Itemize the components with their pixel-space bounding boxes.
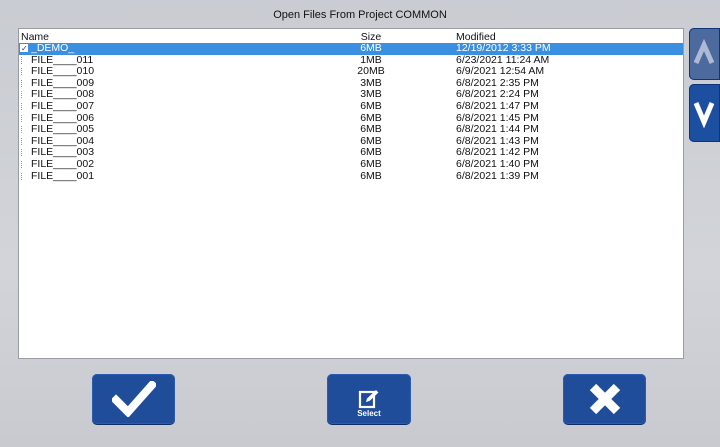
file-row[interactable]: FILE____003 6MB 6/8/2021 1:42 PM — [19, 147, 683, 159]
file-row[interactable]: FILE____004 6MB 6/8/2021 1:43 PM — [19, 135, 683, 148]
file-row[interactable]: FILE____011 1MB 6/23/2021 11:24 AM — [19, 54, 683, 67]
file-size-cell: 6MB — [360, 99, 382, 112]
file-list-panel[interactable]: Name Size Modified ✓ _DEMO_ 6MB 12/19/2012 … — [18, 28, 684, 359]
dialog-title: Open Files From Project COMMON — [273, 9, 447, 21]
file-size-cell: 6MB — [360, 123, 382, 136]
open-files-dialog: Open Files From Project COMMON Name Size… — [0, 0, 720, 447]
file-row[interactable]: FILE____002 6MB 6/8/2021 1:40 PM — [19, 157, 683, 171]
file-row[interactable]: FILE____006 6MB 6/8/2021 1:45 PM — [19, 112, 683, 125]
file-row[interactable]: ✓ _DEMO_ 6MB 12/19/2012 3:33 PM — [19, 42, 683, 55]
select-button[interactable]: Select — [327, 374, 411, 424]
file-size-cell: 6MB — [360, 42, 382, 54]
confirm-open-button[interactable] — [92, 374, 175, 424]
scroll-down-button[interactable] — [689, 84, 720, 142]
file-name-cell: _DEMO_ — [31, 42, 75, 54]
file-size-cell: 6MB — [360, 169, 382, 182]
file-name-cell: FILE____007 — [31, 99, 95, 112]
file-name-cell: FILE____001 — [31, 169, 95, 182]
file-modified-cell: 6/8/2021 1:40 PM — [456, 157, 539, 170]
close-x-icon — [589, 383, 620, 415]
file-name-cell: FILE____005 — [31, 123, 95, 136]
file-row[interactable]: FILE____005 6MB 6/8/2021 1:44 PM — [19, 124, 683, 136]
file-row[interactable]: FILE____009 3MB 6/8/2021 2:35 PM — [19, 77, 683, 90]
chevron-up-icon — [693, 39, 715, 65]
checkmark-icon — [111, 381, 156, 417]
file-name-cell: FILE____002 — [31, 157, 95, 170]
file-list-rows: ✓ _DEMO_ 6MB 12/19/2012 3:33 PM FILE____011 1… — [19, 42, 683, 183]
file-row[interactable]: FILE____007 6MB 6/8/2021 1:47 PM — [19, 99, 683, 113]
file-size-cell: 6MB — [360, 157, 382, 170]
edit-select-icon — [358, 390, 379, 409]
scroll-up-button[interactable] — [689, 28, 720, 80]
file-list-header: Name Size Modified — [19, 31, 683, 43]
file-modified-cell: 6/8/2021 1:47 PM — [456, 99, 539, 112]
file-modified-cell: 6/8/2021 1:39 PM — [456, 169, 539, 182]
file-modified-cell: 12/19/2012 3:33 PM — [456, 42, 551, 54]
file-row[interactable]: FILE____001 6MB 6/8/2021 1:39 PM — [19, 169, 683, 183]
file-modified-cell: 6/8/2021 1:44 PM — [456, 123, 539, 136]
cancel-button[interactable] — [563, 374, 646, 424]
select-button-label: Select — [357, 409, 381, 418]
file-row[interactable]: FILE____010 20MB 6/9/2021 12:54 AM — [19, 66, 683, 78]
file-row[interactable]: FILE____008 3MB 6/8/2021 2:24 PM — [19, 89, 683, 101]
chevron-down-icon — [693, 102, 715, 128]
